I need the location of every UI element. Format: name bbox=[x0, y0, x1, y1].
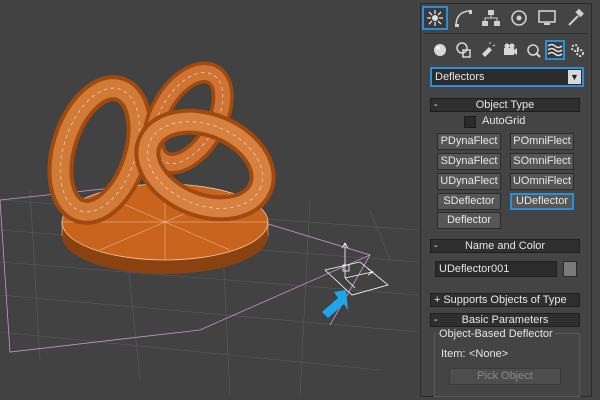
chevron-down-icon[interactable]: ▼ bbox=[568, 70, 581, 84]
item-value: <None> bbox=[469, 348, 509, 360]
category-dropdown-value: Deflectors bbox=[435, 71, 485, 83]
space-warps-subtab[interactable] bbox=[545, 40, 565, 60]
curve-icon bbox=[455, 10, 472, 27]
lights-subtab[interactable] bbox=[477, 40, 497, 60]
hammer-icon bbox=[568, 8, 584, 26]
display-tab[interactable] bbox=[534, 6, 560, 30]
uomniflect-button[interactable]: UOmniFlect bbox=[510, 173, 574, 190]
camera-icon bbox=[504, 43, 517, 55]
hierarchy-icon bbox=[482, 10, 500, 26]
object-name-field[interactable]: UDeflector001 bbox=[435, 261, 557, 277]
sun-star-icon bbox=[427, 10, 443, 26]
autogrid-label: AutoGrid bbox=[482, 115, 526, 127]
systems-subtab[interactable] bbox=[567, 40, 587, 60]
create-tab[interactable] bbox=[422, 6, 448, 30]
category-dropdown[interactable]: Deflectors ▼ bbox=[430, 67, 584, 87]
tab-separator bbox=[424, 33, 588, 34]
cameras-subtab[interactable] bbox=[500, 40, 520, 60]
rollout-title: Supports Objects of Type bbox=[443, 294, 567, 306]
rollout-title: Name and Color bbox=[464, 240, 546, 252]
object-based-deflector-group bbox=[434, 333, 580, 397]
gears-icon bbox=[571, 44, 584, 57]
perspective-viewport[interactable] bbox=[0, 0, 418, 400]
torus-rings bbox=[47, 61, 276, 225]
deflector-button[interactable]: Deflector bbox=[437, 212, 501, 229]
viewport-scene bbox=[0, 61, 418, 396]
pomniflect-button[interactable]: POmniFlect bbox=[510, 133, 574, 150]
name-and-color-rollout-header[interactable]: - Name and Color bbox=[430, 239, 580, 253]
shapes-subtab[interactable] bbox=[454, 40, 474, 60]
modify-tab[interactable] bbox=[450, 6, 476, 30]
light-icon bbox=[482, 42, 495, 57]
monitor-icon bbox=[538, 10, 556, 25]
motion-tab[interactable] bbox=[506, 6, 532, 30]
rollout-title: Object Type bbox=[475, 99, 535, 111]
rollout-title: Basic Parameters bbox=[461, 314, 549, 326]
pdynaflect-button[interactable]: PDynaFlect bbox=[437, 133, 501, 150]
motion-circle-icon bbox=[511, 10, 527, 26]
sdeflector-button[interactable]: SDeflector bbox=[437, 193, 501, 210]
supports-objects-rollout-header[interactable]: + Supports Objects of Type bbox=[430, 293, 580, 307]
pick-object-button[interactable]: Pick Object bbox=[449, 368, 561, 385]
item-label: Item: bbox=[441, 348, 466, 360]
helper-icon bbox=[527, 44, 541, 58]
object-color-swatch[interactable] bbox=[563, 261, 577, 277]
sdynaflect-button[interactable]: SDynaFlect bbox=[437, 153, 501, 170]
autogrid-checkbox[interactable] bbox=[464, 116, 476, 128]
geometry-subtab[interactable] bbox=[430, 40, 450, 60]
hierarchy-tab[interactable] bbox=[478, 6, 504, 30]
udeflector-button[interactable]: UDeflector bbox=[510, 193, 574, 210]
pointer-arrow bbox=[322, 290, 348, 318]
basic-parameters-rollout-header[interactable]: - Basic Parameters bbox=[430, 313, 580, 327]
helpers-subtab[interactable] bbox=[523, 40, 543, 60]
sphere-icon bbox=[434, 44, 446, 56]
group-title: Object-Based Deflector bbox=[437, 328, 555, 340]
object-type-rollout-header[interactable]: - Object Type bbox=[430, 98, 580, 112]
waves-icon bbox=[547, 43, 563, 57]
shapes-icon bbox=[456, 42, 471, 58]
udynaflect-button[interactable]: UDynaFlect bbox=[437, 173, 501, 190]
utilities-tab[interactable] bbox=[562, 6, 588, 30]
somniflect-button[interactable]: SOmniFlect bbox=[510, 153, 574, 170]
